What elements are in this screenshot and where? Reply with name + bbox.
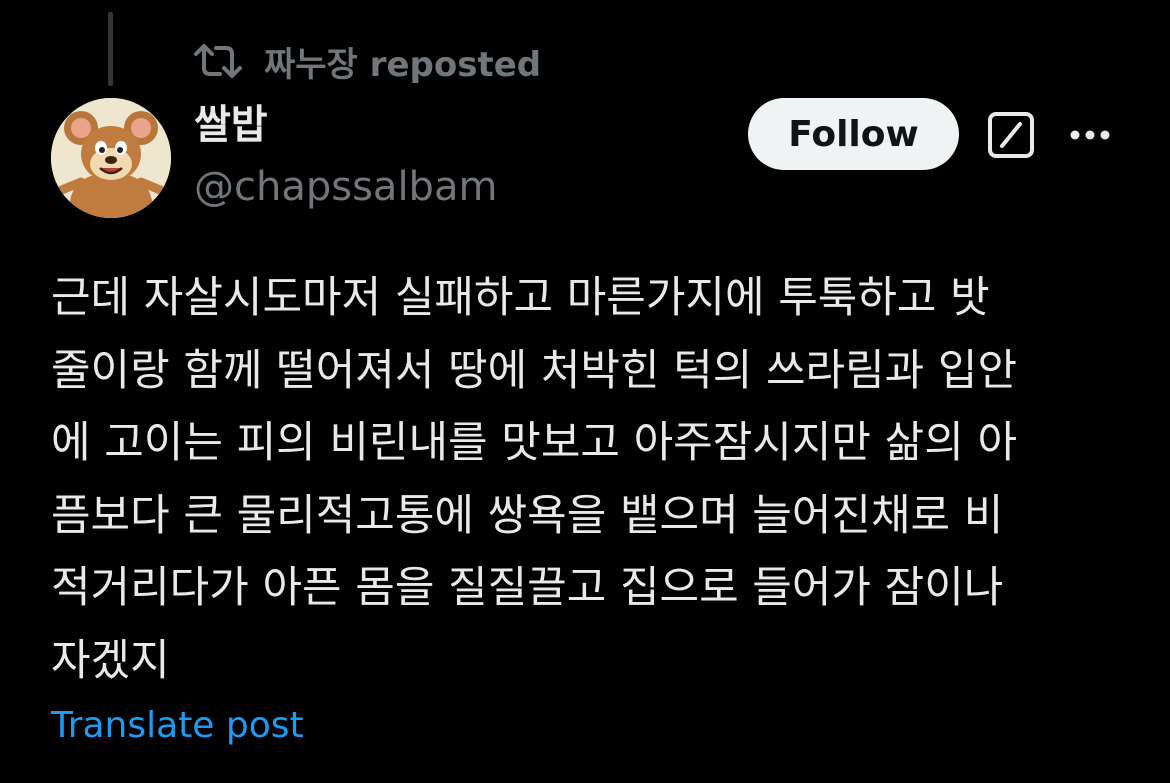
post-text: 근데 자살시도마저 실패하고 마른가지에 투툭하고 밧 줄이랑 함께 떨어져서 … <box>51 262 1121 697</box>
post-text-line: 자겠지 <box>51 635 170 686</box>
repost-indicator: 짜누장 reposted <box>194 37 541 86</box>
thread-connector-line <box>108 12 113 86</box>
post-text-line: 에 고이는 피의 비린내를 맛보고 아주잠시지만 삶의 아 <box>51 418 1017 468</box>
post-text-line: 적거리다가 아픈 몸을 질질끌고 집으로 들어가 잠이나 <box>51 563 1004 613</box>
edit-icon[interactable] <box>987 111 1035 159</box>
repost-label[interactable]: 짜누장 reposted <box>264 37 541 86</box>
more-icon[interactable] <box>1066 114 1114 156</box>
post-text-line: 근데 자살시도마저 실패하고 마른가지에 투툭하고 밧 <box>51 273 990 323</box>
avatar[interactable] <box>51 98 171 218</box>
repost-icon <box>194 38 242 84</box>
author-handle[interactable]: @chapssalbam <box>194 162 497 212</box>
post-text-line: 줄이랑 함께 떨어져서 땅에 처박힌 턱의 쓰라림과 입안 <box>51 345 1017 396</box>
avatar-cartoon-mouse-icon <box>51 98 171 218</box>
post-text-line: 픔보다 큰 물리적고통에 쌍욕을 뱉으며 늘어진채로 비 <box>51 490 1004 541</box>
author-display-name[interactable]: 쌀밥 <box>194 100 268 150</box>
follow-button[interactable]: Follow <box>748 98 959 170</box>
translate-post-link[interactable]: Translate post <box>51 702 304 750</box>
